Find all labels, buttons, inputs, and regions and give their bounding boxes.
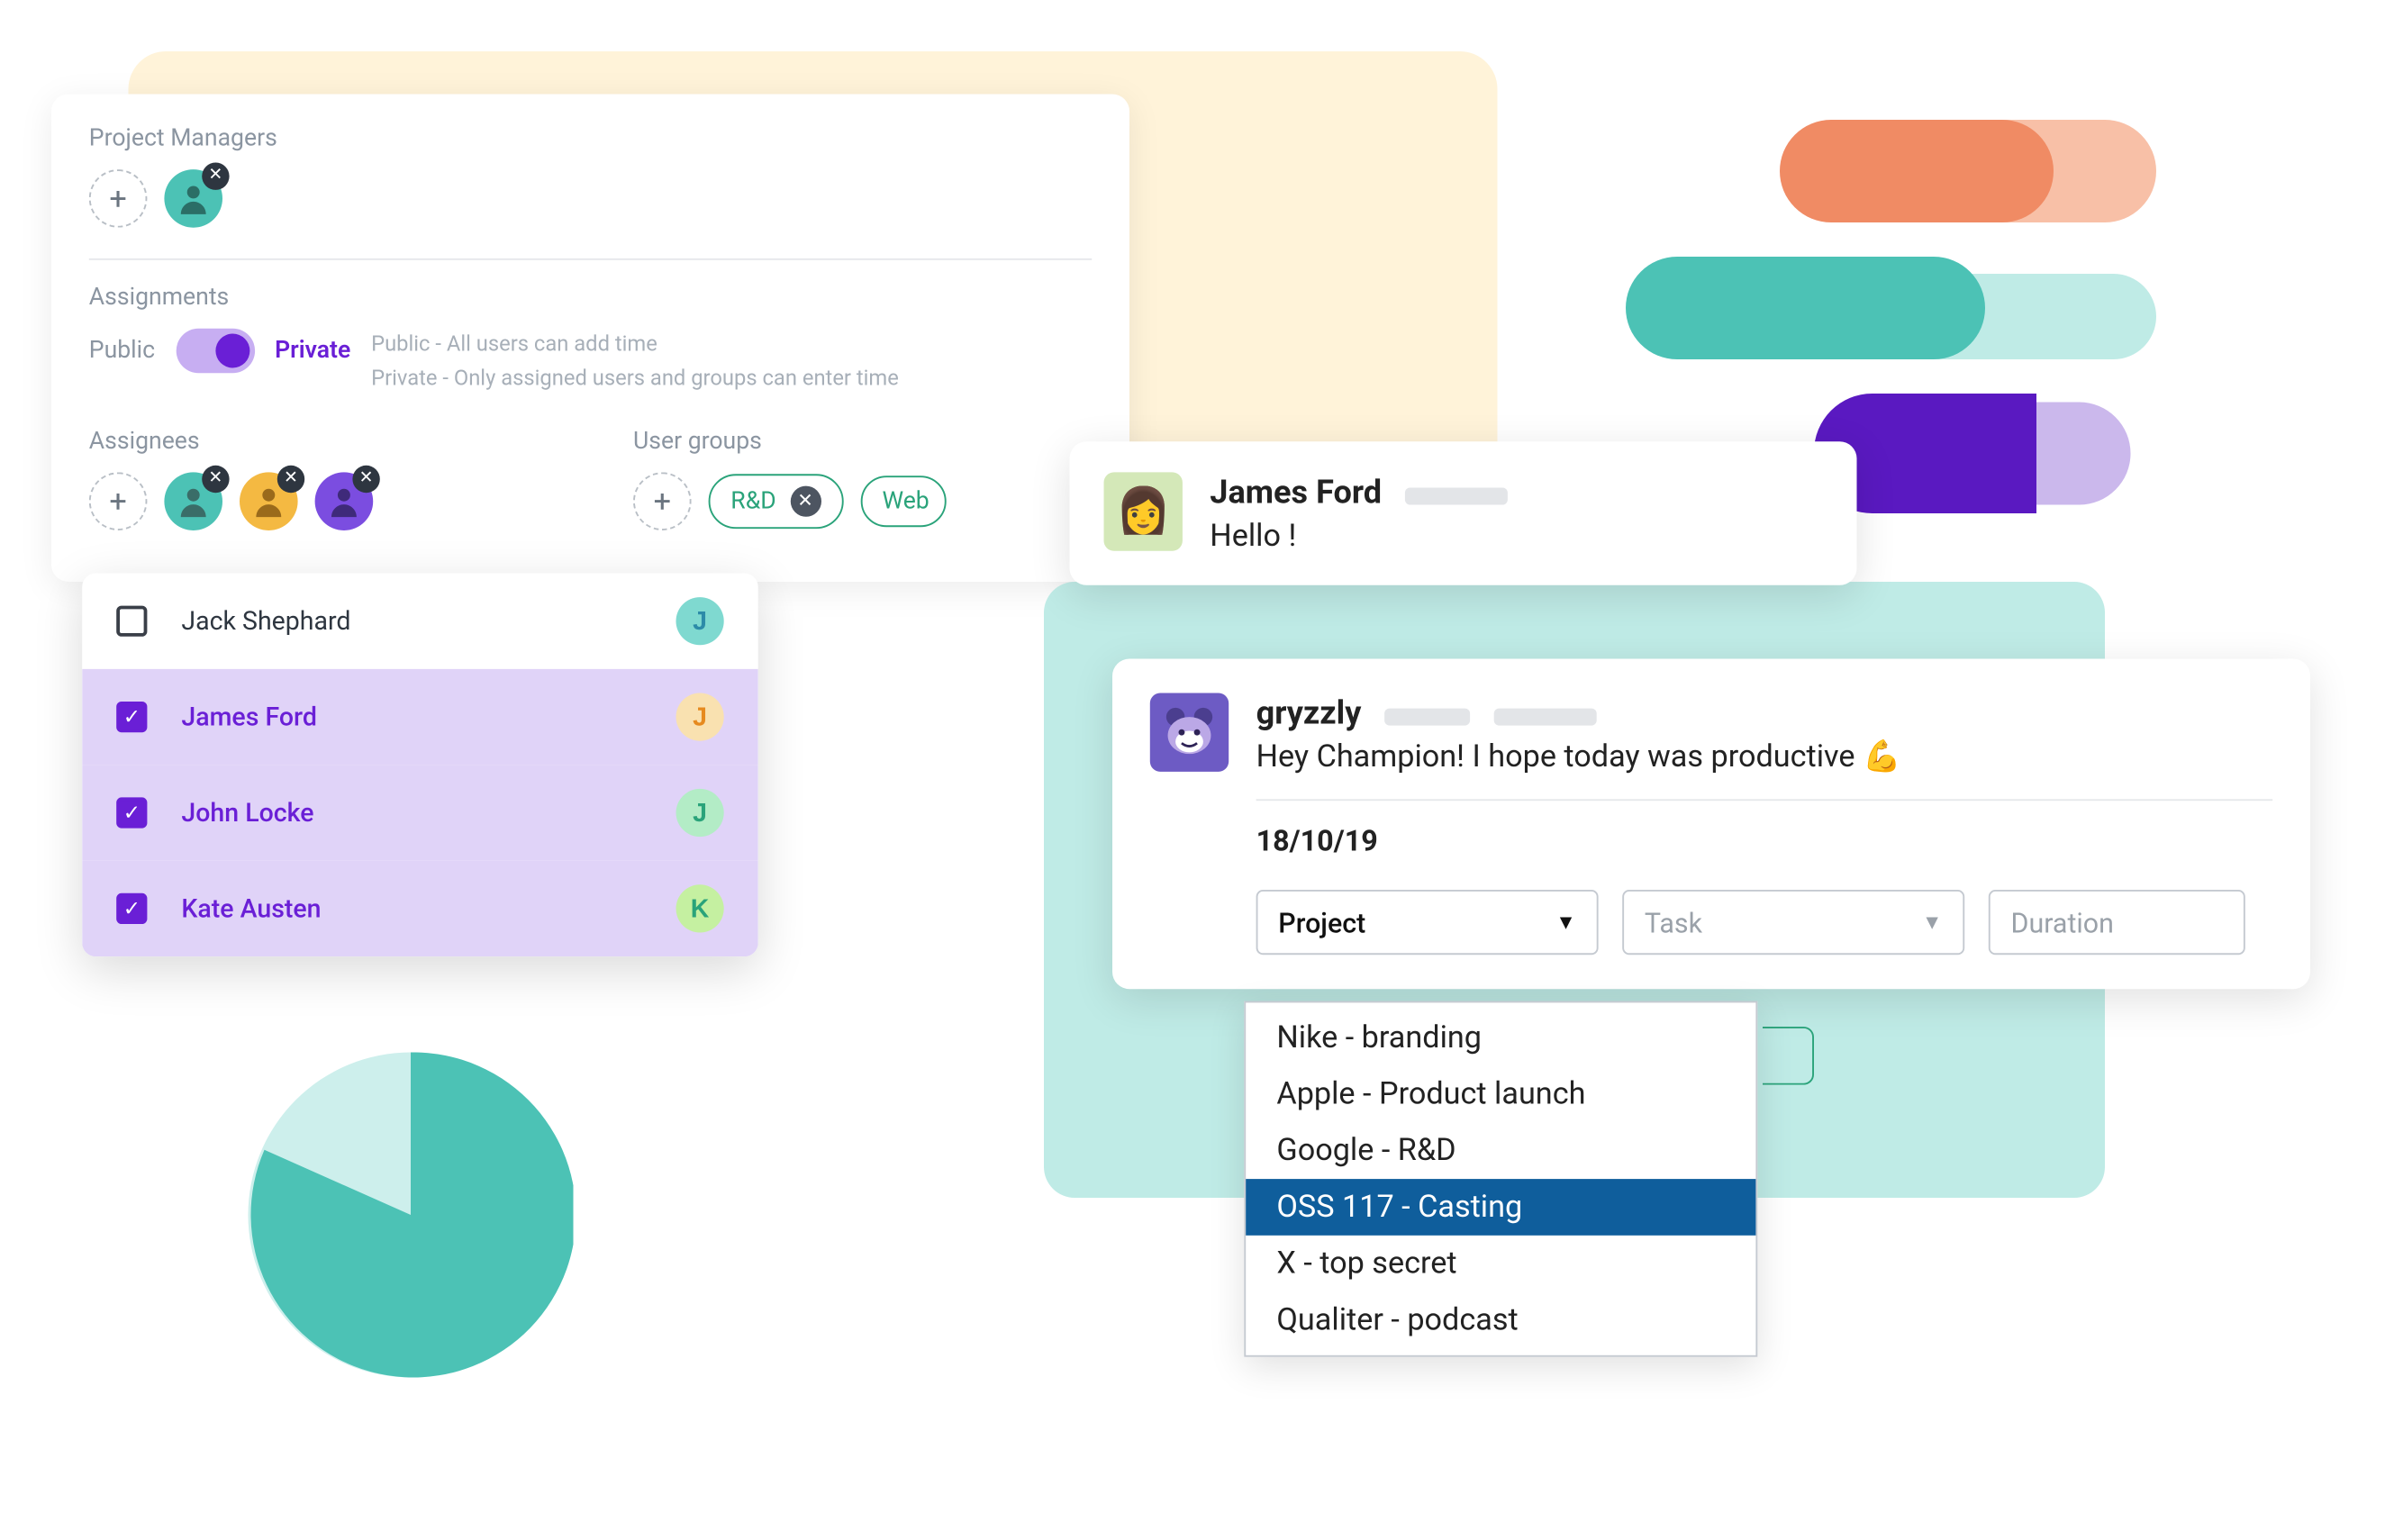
decoration-strip [1385,708,1471,725]
project-option[interactable]: X - top secret [1246,1236,1755,1292]
initial-badge: J [676,693,724,741]
chat-user-text: Hello ! [1210,519,1508,555]
select-placeholder: Task [1645,906,1702,938]
assignee-name: John Locke [181,797,313,828]
add-assignee-button[interactable]: + [89,472,148,530]
visibility-toggle[interactable] [176,329,254,373]
checkbox[interactable] [116,893,147,924]
assignee-option[interactable]: Kate Austen K [82,861,758,956]
decoration-strip [1406,487,1509,504]
project-select[interactable]: Project ▼ [1256,890,1599,955]
remove-icon[interactable]: ✕ [202,466,229,493]
assignee-name: Kate Austen [181,893,321,924]
assignee-option[interactable]: John Locke J [82,765,758,860]
checkbox[interactable] [116,606,147,637]
select-label: Project [1278,906,1365,938]
assignments-label: Assignments [89,284,1092,311]
chevron-down-icon: ▼ [1922,910,1943,935]
assignee-avatar[interactable]: ✕ [240,472,298,530]
assignee-option[interactable]: Jack Shephard J [82,574,758,669]
chevron-down-icon: ▼ [1555,910,1576,935]
pie-chart [249,1053,574,1378]
project-dropdown: Nike - branding Apple - Product launch G… [1244,1001,1757,1357]
select-placeholder: Duration [2011,906,2114,938]
checkbox[interactable] [116,702,147,732]
public-label: Public [89,337,155,364]
add-manager-button[interactable]: + [89,169,148,228]
initial-badge: K [676,884,724,932]
assignees-label: Assignees [89,428,548,455]
helper-public: Public - All users can add time [371,329,899,363]
group-tag-web[interactable]: Web [860,476,946,527]
remove-icon[interactable]: ✕ [202,163,229,190]
avatar: 👩 [1104,472,1183,550]
task-select[interactable]: Task ▼ [1622,890,1964,955]
group-tag-rd[interactable]: R&D ✕ [709,474,843,529]
private-label: Private [275,337,350,364]
manager-avatar[interactable]: ✕ [164,169,222,228]
divider [1256,799,2273,801]
decoration-pill [1780,120,2054,222]
assignee-name: Jack Shephard [181,606,350,637]
add-group-button[interactable]: + [633,472,692,530]
initial-badge: J [676,597,724,645]
user-groups-label: User groups [633,428,1092,455]
assignee-dropdown: Jack Shephard J James Ford J John Locke … [82,574,758,957]
chat-bot-name: gryzzly [1256,693,1362,733]
entry-date: 18/10/19 [1256,825,2273,859]
assignee-name: James Ford [181,702,317,732]
remove-icon[interactable]: ✕ [352,466,379,493]
assignee-avatar[interactable]: ✕ [315,472,374,530]
helper-private: Private - Only assigned users and groups… [371,363,899,397]
decoration-pill [1626,257,1985,359]
chat-user-name: James Ford [1210,472,1382,512]
duration-input[interactable]: Duration [1989,890,2245,955]
project-managers-label: Project Managers [89,125,1092,152]
group-tag-label: R&D [730,488,775,515]
initial-badge: J [676,789,724,837]
project-option[interactable]: Nike - branding [1246,1002,1755,1065]
remove-icon[interactable]: ✕ [277,466,304,493]
project-option[interactable]: OSS 117 - Casting [1246,1179,1755,1236]
group-tag-label: Web [883,488,930,515]
assignee-option[interactable]: James Ford J [82,669,758,765]
decoration-strip [1495,708,1598,725]
chat-message-user: 👩 James Ford Hello ! [1070,441,1857,585]
divider [89,258,1092,260]
chat-bot-text: Hey Champion! I hope today was productiv… [1256,739,2273,775]
decoration-outline [1763,1027,1814,1085]
project-option[interactable]: Google - R&D [1246,1122,1755,1179]
project-option[interactable]: Qualiter - podcast [1246,1292,1755,1355]
remove-icon[interactable]: ✕ [790,486,821,517]
assignee-avatar[interactable]: ✕ [164,472,222,530]
chat-message-bot: gryzzly Hey Champion! I hope today was p… [1112,659,2310,990]
project-option[interactable]: Apple - Product launch [1246,1066,1755,1123]
checkbox[interactable] [116,797,147,828]
project-settings-panel: Project Managers + ✕ Assignments Public … [51,95,1129,583]
bot-avatar [1150,693,1229,772]
